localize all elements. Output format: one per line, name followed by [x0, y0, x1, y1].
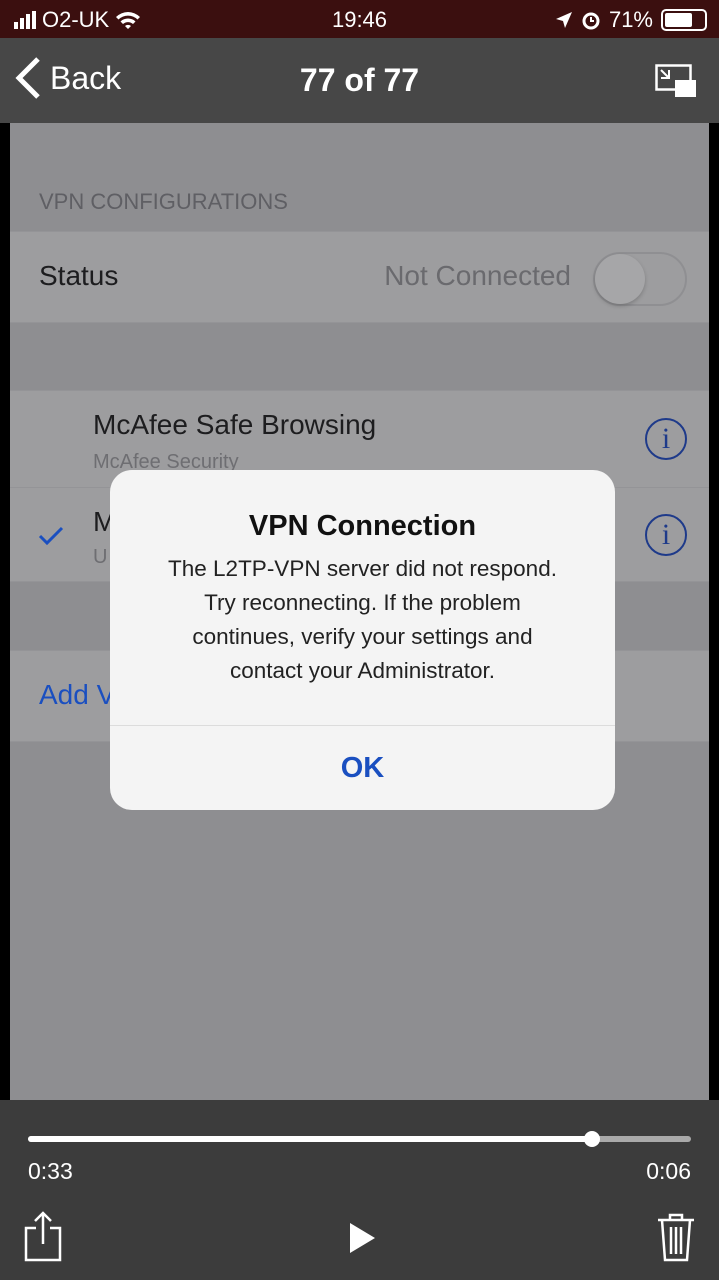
alert-line: contact your Administrator. [229, 658, 496, 683]
status-bar: O2-UK 19:46 71% [0, 0, 719, 38]
checkmark-icon [38, 526, 64, 546]
alarm-icon [582, 12, 600, 30]
alert-message: The L2TP-VPN server did not respond. Try… [130, 552, 595, 688]
alert-line: Try reconnecting. If the problem [204, 590, 521, 615]
vpn-subtitle: U [93, 546, 108, 568]
info-icon[interactable]: i [645, 418, 687, 460]
remaining-time: 0:06 [646, 1158, 691, 1184]
vpn-toggle[interactable] [593, 252, 687, 306]
alert-dialog: VPN Connection The L2TP-VPN server did n… [110, 470, 615, 810]
info-icon[interactable]: i [645, 514, 687, 556]
trash-icon[interactable] [657, 1212, 695, 1262]
alert-line: The L2TP-VPN server did not respond. [168, 556, 557, 581]
page-title: 77 of 77 [299, 62, 420, 98]
section-header: VPN CONFIGURATIONS [39, 189, 288, 214]
location-icon [555, 12, 572, 28]
scrubber-thumb[interactable] [583, 1131, 600, 1147]
status-value: Not Connected [384, 260, 571, 291]
play-icon[interactable] [348, 1222, 376, 1254]
picture-in-picture-icon[interactable] [655, 64, 697, 98]
progress-fill [28, 1136, 592, 1142]
share-icon[interactable] [24, 1210, 62, 1262]
ok-button[interactable]: OK [110, 726, 615, 810]
vpn-name: McAfee Safe Browsing [93, 409, 377, 440]
battery-percent: 71% [608, 7, 653, 32]
status-label: Status [39, 260, 119, 291]
battery-icon [661, 9, 707, 31]
add-vpn-label: Add V [39, 679, 116, 710]
alert-title: VPN Connection [248, 510, 477, 542]
scrubber[interactable] [28, 1131, 691, 1147]
elapsed-time: 0:33 [28, 1158, 73, 1184]
nav-bar: Back 77 of 77 [0, 38, 719, 123]
alert-line: continues, verify your settings and [192, 624, 533, 649]
player-controls: 0:33 0:06 [0, 1100, 719, 1280]
status-row: Status Not Connected [10, 231, 709, 323]
